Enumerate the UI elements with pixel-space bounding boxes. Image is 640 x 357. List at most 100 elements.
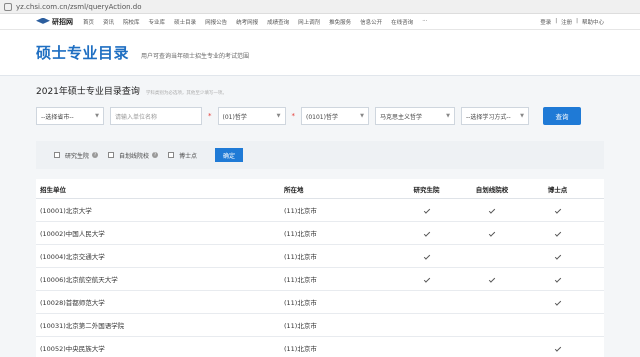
page-header: 硕士专业目录 用户可查询当年硕士招生专业的考试范围 <box>0 30 640 76</box>
checkbox-box[interactable] <box>108 152 115 158</box>
category-select[interactable]: (01)哲学 ▼ <box>217 107 286 125</box>
chevron-down-icon: ▼ <box>446 113 450 119</box>
checkbox-label: 自划线院校 <box>119 152 150 160</box>
table-row: (10006)北京航空航天大学 (11)北京市 <box>36 268 604 291</box>
checkbox-box[interactable] <box>168 152 175 158</box>
doctoral-cell <box>525 252 590 260</box>
nav-item[interactable]: 专业库 <box>149 18 166 26</box>
required-marker: * <box>208 112 212 120</box>
unit-name-link[interactable]: (10002)中国人民大学 <box>36 228 284 238</box>
doctoral-cell <box>525 298 590 306</box>
location-cell: (11)北京市 <box>284 345 317 353</box>
browser-address-bar[interactable]: yz.chsi.com.cn/zsml/queryAction.do <box>0 0 640 14</box>
account-link[interactable]: 登录 <box>540 18 551 26</box>
filter-checkboxes: 研究生院? 自划线院校? 博士点 确定 <box>36 141 604 169</box>
nav-item[interactable]: 网上调剂 <box>298 18 320 26</box>
check-icon <box>423 276 430 283</box>
unit-name-link[interactable]: (10052)中央民族大学 <box>36 343 284 353</box>
checkbox-3[interactable]: 博士点 <box>168 151 197 160</box>
check-icon <box>554 230 561 237</box>
confirm-button[interactable]: 确定 <box>215 148 244 162</box>
column-header: 研究生院 <box>413 185 440 194</box>
top-navigation: 研招网 首页 资讯 院校库 专业库 硕士目录 网报公告 统考网报 成绩查询 网上调剂 推免服务 信息… <box>0 14 640 30</box>
location-cell: (11)北京市 <box>284 276 317 284</box>
major-select-value: 马克思主义哲学 <box>380 113 423 121</box>
chevron-down-icon: ▼ <box>95 113 99 119</box>
province-select[interactable]: --选择省市-- ▼ <box>36 107 104 125</box>
check-icon <box>423 230 430 237</box>
check-icon <box>554 253 561 260</box>
unit-name-link[interactable]: (10004)北京交通大学 <box>36 251 284 261</box>
doctoral-cell <box>525 206 590 214</box>
lock-icon <box>4 2 12 11</box>
grad-school-cell <box>394 252 459 260</box>
site-name: 研招网 <box>52 17 73 26</box>
table-row: (10001)北京大学 (11)北京市 <box>36 199 604 222</box>
study-mode-select-value: --选择学习方式-- <box>466 113 511 121</box>
discipline-select-value: (0101)哲学 <box>306 113 338 121</box>
account-link[interactable]: 帮助中心 <box>582 18 604 26</box>
nav-item[interactable]: 资讯 <box>103 18 114 26</box>
results-table: 招生单位 所在地 研究生院 自划线院校 博士点 (10001)北京大学 (11)北京市 (10… <box>36 179 604 357</box>
location-cell: (11)北京市 <box>284 230 317 238</box>
nav-item[interactable]: 成绩查询 <box>267 18 289 26</box>
check-icon <box>554 299 561 306</box>
help-icon[interactable]: ? <box>92 152 99 158</box>
unit-name-placeholder: 请输入单位名称 <box>115 113 158 121</box>
unit-name-link[interactable]: (10028)首都师范大学 <box>36 297 284 307</box>
check-icon <box>488 207 496 214</box>
nav-item[interactable]: 信息公开 <box>360 18 382 26</box>
main-content: 2021年硕士专业目录查询 学科类别为必选项，其他至少填写一项。 --选择省市-… <box>36 76 604 357</box>
account-links: 登录 | 注册 | 帮助中心 <box>540 18 604 26</box>
checkbox-label: 研究生院 <box>65 152 90 160</box>
column-header: 招生单位 <box>40 185 66 194</box>
location-cell: (11)北京市 <box>284 253 317 261</box>
unit-name-link[interactable]: (10031)北京第二外国语学院 <box>36 320 284 330</box>
query-hint: 学科类别为必选项，其他至少填写一项。 <box>145 91 227 96</box>
grad-school-cell <box>394 229 459 237</box>
check-icon <box>488 276 496 283</box>
unit-name-link[interactable]: (10001)北京大学 <box>36 205 284 215</box>
graduation-cap-icon <box>36 17 50 24</box>
table-row: (10031)北京第二外国语学院 (11)北京市 <box>36 314 604 337</box>
table-row: (10028)首都师范大学 (11)北京市 <box>36 291 604 314</box>
site-logo[interactable]: 研招网 <box>36 17 73 27</box>
query-button[interactable]: 查询 <box>543 107 581 125</box>
url-text[interactable]: yz.chsi.com.cn/zsml/queryAction.do <box>16 3 142 11</box>
nav-item[interactable]: 硕士目录 <box>174 18 196 26</box>
chevron-down-icon: ▼ <box>520 113 524 119</box>
location-cell: (11)北京市 <box>284 322 317 330</box>
table-row: (10004)北京交通大学 (11)北京市 <box>36 245 604 268</box>
nav-separator: | <box>555 17 558 24</box>
checkbox-1[interactable]: 研究生院? <box>54 151 99 160</box>
study-mode-select[interactable]: --选择学习方式-- ▼ <box>461 107 529 125</box>
table-row: (10052)中央民族大学 (11)北京市 <box>36 337 604 357</box>
grad-school-cell <box>394 275 459 283</box>
nav-item[interactable]: 首页 <box>83 18 94 26</box>
nav-item[interactable]: 在线咨询 <box>391 18 413 26</box>
unit-name-link[interactable]: (10006)北京航空航天大学 <box>36 274 284 284</box>
query-header: 2021年硕士专业目录查询 学科类别为必选项，其他至少填写一项。 <box>36 84 604 97</box>
nav-item[interactable]: ··· <box>422 18 427 26</box>
nav-separator: | <box>576 17 578 24</box>
nav-item[interactable]: 院校库 <box>123 18 140 26</box>
column-header: 所在地 <box>284 185 304 194</box>
page-title: 硕士专业目录 <box>36 44 130 62</box>
nav-item[interactable]: 推免服务 <box>329 18 351 26</box>
checkbox-2[interactable]: 自划线院校? <box>108 151 159 160</box>
check-icon <box>554 345 561 352</box>
doctoral-cell <box>525 275 590 283</box>
grad-school-cell <box>394 206 459 214</box>
nav-item[interactable]: 统考网报 <box>236 18 258 26</box>
checkbox-box[interactable] <box>54 152 60 158</box>
account-link[interactable]: 注册 <box>561 18 572 26</box>
help-icon[interactable]: ? <box>152 152 159 158</box>
query-title: 2021年硕士专业目录查询 <box>36 87 140 97</box>
discipline-select[interactable]: (0101)哲学 ▼ <box>301 107 369 125</box>
major-select[interactable]: 马克思主义哲学 ▼ <box>375 107 455 125</box>
province-select-value: --选择省市-- <box>41 113 74 121</box>
required-marker: * <box>291 112 296 120</box>
self-line-cell <box>459 206 525 214</box>
nav-item[interactable]: 网报公告 <box>205 18 227 26</box>
unit-name-input[interactable]: 请输入单位名称 <box>110 107 202 125</box>
